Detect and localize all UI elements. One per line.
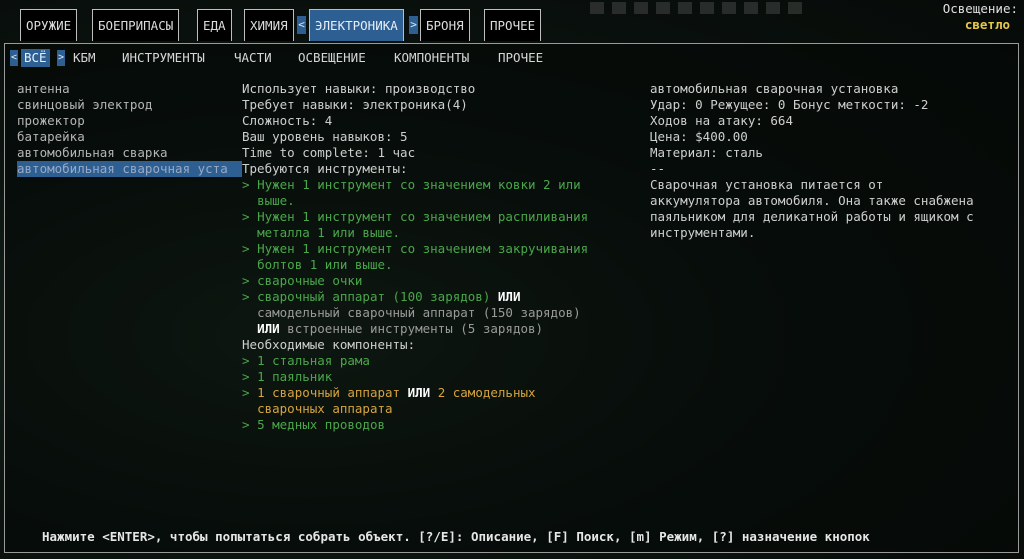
item-description: паяльником для деликатной работы и ящико… (650, 209, 974, 224)
bullet-arrow-icon: > (242, 273, 258, 288)
bullet-arrow-icon: > (242, 289, 258, 304)
item-material: Материал: сталь (650, 145, 763, 160)
item-info: автомобильная сварочная установка Удар: … (650, 81, 1010, 241)
difficulty: Сложность: 4 (242, 113, 333, 128)
tool-requirement: Нужен 1 инструмент со значением ковки 2 … (257, 177, 581, 192)
subtab-other[interactable]: ПРОЧЕЕ (498, 49, 543, 67)
subtab-components[interactable]: КОМПОНЕНТЫ (394, 49, 469, 67)
bullet-arrow-icon: > (242, 353, 258, 368)
recipe-item-lead-electrode[interactable]: свинцовый электрод (17, 97, 242, 113)
separator: -- (650, 161, 666, 176)
or-label: ИЛИ (257, 321, 280, 336)
bullet-arrow-icon: > (242, 385, 258, 400)
bullet-arrow-icon: > (242, 209, 258, 224)
subtab-cbm[interactable]: КБМ (73, 49, 96, 67)
key-hints: Нажмите <ENTER>, чтобы попытаться собрат… (42, 529, 870, 544)
item-price: Цена: $400.00 (650, 129, 748, 144)
item-damage: Удар: 0 Режущее: 0 Бонус меткости: -2 (650, 97, 929, 112)
bullet-arrow-icon: > (242, 241, 258, 256)
recipe-requirements: Использует навыки: производство Требует … (242, 81, 642, 433)
tab-next-arrow-icon[interactable]: > (409, 16, 418, 34)
recipe-item-searchlight[interactable]: прожектор (17, 113, 242, 129)
subtab-next-arrow-icon[interactable]: > (57, 50, 65, 66)
recipe-item-antenna[interactable]: антенна (17, 81, 242, 97)
tool-option: встроенные инструменты (5 зарядов) (287, 321, 544, 336)
your-skill-level: Ваш уровень навыков: 5 (242, 129, 408, 144)
tab-electronics[interactable]: ЭЛЕКТРОНИКА (309, 9, 404, 41)
uses-skill: Использует навыки: производство (242, 81, 476, 96)
component: 1 стальная рама (257, 353, 370, 368)
bullet-arrow-icon: > (242, 417, 258, 432)
component-option-cont: сварочных аппарата (257, 401, 393, 416)
tool-requirement: Нужен 1 инструмент со значением закручив… (257, 241, 589, 256)
recipe-item-car-welder[interactable]: автомобильная сварка (17, 145, 242, 161)
tab-armor[interactable]: БРОНЯ (420, 9, 470, 41)
bullet-arrow-icon: > (242, 177, 258, 192)
tab-prev-arrow-icon[interactable]: < (297, 16, 306, 34)
tool-option: сварочный аппарат (100 зарядов) (257, 289, 491, 304)
tab-ammo[interactable]: БОЕПРИПАСЫ (92, 9, 180, 41)
tool-requirement-cont: металла 1 или выше. (257, 225, 401, 240)
tool-requirement: сварочные очки (257, 273, 363, 288)
time-to-complete: Time to complete: 1 час (242, 145, 416, 160)
recipe-item-car-welding-rig[interactable]: автомобильная сварочная уста (17, 161, 242, 177)
tool-requirement-cont: болтов 1 или выше. (257, 257, 393, 272)
subtab-prev-arrow-icon[interactable]: < (10, 50, 18, 66)
tools-header: Требуются инструменты: (242, 161, 408, 176)
subtab-tools[interactable]: ИНСТРУМЕНТЫ (122, 49, 205, 67)
subtab-lighting[interactable]: ОСВЕЩЕНИЕ (298, 49, 366, 67)
recipe-item-battery[interactable]: батарейка (17, 129, 242, 145)
component-option: 2 самодельных (437, 385, 536, 400)
tab-food[interactable]: ЕДА (197, 9, 232, 41)
tool-option: самодельный сварочный аппарат (150 заряд… (257, 305, 581, 320)
recipe-list: антенна свинцовый электрод прожектор бат… (17, 81, 242, 177)
or-label: ИЛИ (407, 385, 431, 400)
tab-chemistry[interactable]: ХИМИЯ (244, 9, 294, 41)
component: 5 медных проводов (257, 417, 385, 432)
tab-weapons[interactable]: ОРУЖИЕ (20, 9, 78, 41)
component-option: 1 сварочный аппарат (257, 385, 401, 400)
item-name: автомобильная сварочная установка (650, 81, 899, 96)
requires-skill: Требует навыки: электроника(4) (242, 97, 468, 112)
lighting-label: Освещение: (942, 1, 1018, 16)
tool-requirement-cont: выше. (257, 193, 295, 208)
background-taskbar (590, 2, 920, 22)
tool-requirement: Нужен 1 инструмент со значением распилив… (257, 209, 589, 224)
bullet-arrow-icon: > (242, 369, 258, 384)
components-header: Необходимые компоненты: (242, 337, 416, 352)
or-label: ИЛИ (497, 289, 521, 304)
tab-other[interactable]: ПРОЧЕЕ (484, 9, 542, 41)
item-description: аккумулятора автомобиля. Она также снабж… (650, 193, 974, 208)
lighting-value: светло (964, 17, 1010, 32)
subtab-all[interactable]: ВСЁ (21, 49, 50, 67)
item-description: Сварочная установка питается от (650, 177, 884, 192)
subtab-parts[interactable]: ЧАСТИ (234, 49, 272, 67)
item-moves: Ходов на атаку: 664 (650, 113, 793, 128)
item-description: инструментами. (650, 225, 756, 240)
component: 1 паяльник (257, 369, 333, 384)
